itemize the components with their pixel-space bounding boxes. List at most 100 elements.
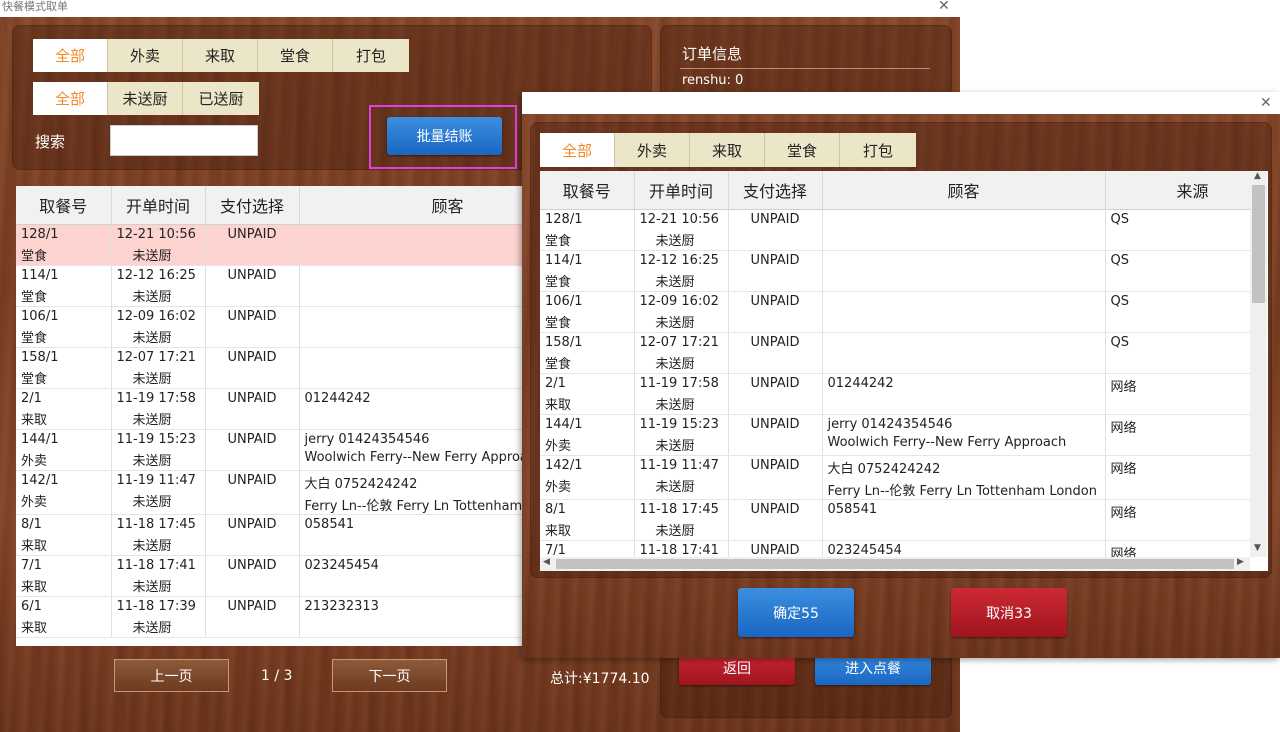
table-row[interactable]: 8/1 来取 11-18 17:45 未送厨 UNPAID 058541 bbox=[16, 514, 546, 556]
status-tab-not-sent[interactable]: 未送厨 bbox=[108, 82, 183, 115]
table-row[interactable]: 144/1 外卖 11-19 15:23 未送厨 UNPAID jerry 0142435… bbox=[16, 429, 546, 471]
table-row[interactable]: 158/1 堂食 12-07 17:21 未送厨 UNPAID bbox=[16, 347, 546, 389]
vertical-scroll-thumb[interactable] bbox=[1252, 185, 1265, 303]
search-input[interactable] bbox=[110, 125, 258, 156]
payment-cell: UNPAID bbox=[728, 540, 823, 557]
table-row[interactable]: 114/1 堂食 12-12 16:25 未送厨 UNPAID bbox=[16, 265, 546, 307]
total-amount: 总计:¥1774.10 bbox=[550, 671, 650, 687]
status-tab-all[interactable]: 全部 bbox=[33, 82, 108, 115]
dialog-col-pickup-number[interactable]: 取餐号 bbox=[540, 171, 635, 210]
customer-line-1: 大白 0752424242 bbox=[827, 462, 941, 477]
order-type: 堂食 bbox=[21, 290, 48, 305]
table-row[interactable]: 2/1 来取 11-19 17:58 未送厨 UNPAID 01244242 网络 bbox=[540, 373, 1250, 415]
pickup-number-cell: 7/1 来取 bbox=[16, 555, 112, 597]
tab-dine-in[interactable]: 堂食 bbox=[258, 39, 333, 72]
dialog-tab-dine-in[interactable]: 堂食 bbox=[765, 133, 840, 167]
scroll-up-icon[interactable]: ▲ bbox=[1254, 171, 1261, 181]
order-type: 外卖 bbox=[21, 454, 48, 469]
dialog-close-icon[interactable]: ✕ bbox=[1260, 95, 1272, 111]
customer-cell: jerry 01424354546 Woolwich Ferry--New Fer… bbox=[299, 429, 546, 471]
scroll-right-icon[interactable]: ▶ bbox=[1237, 557, 1244, 567]
scroll-down-icon[interactable]: ▼ bbox=[1254, 543, 1261, 553]
table-row[interactable]: 114/1 堂食 12-12 16:25 未送厨 UNPAID QS bbox=[540, 250, 1250, 292]
table-row[interactable]: 142/1 外卖 11-19 11:47 未送厨 UNPAID 大白 0752424242… bbox=[16, 470, 546, 515]
payment-cell: UNPAID bbox=[205, 470, 300, 515]
pickup-number-cell: 128/1 堂食 bbox=[16, 224, 112, 266]
order-type: 来取 bbox=[545, 398, 572, 413]
source-cell: 网络 bbox=[1105, 373, 1250, 415]
horizontal-scrollbar[interactable]: ◀ ▶ bbox=[540, 557, 1250, 571]
status-tab-sent[interactable]: 已送厨 bbox=[183, 82, 259, 115]
prev-page-button[interactable]: 上一页 bbox=[114, 659, 229, 692]
table-row[interactable]: 7/1来取11-18 17:41未送厨 UNPAID 023245454 网络 bbox=[540, 540, 1250, 557]
scroll-left-icon[interactable]: ◀ bbox=[543, 557, 550, 567]
kitchen-status: 未送厨 bbox=[655, 275, 695, 290]
batch-pay-button[interactable]: 批量结账 bbox=[387, 117, 502, 155]
cancel-button[interactable]: 取消33 bbox=[951, 588, 1067, 637]
order-type: 来取 bbox=[21, 580, 48, 595]
open-time-cell: 12-21 10:56 未送厨 bbox=[634, 209, 729, 251]
payment-status: UNPAID bbox=[750, 253, 800, 268]
table-row[interactable]: 128/1 堂食 12-21 10:56 未送厨 UNPAID bbox=[16, 224, 546, 266]
tab-takeaway[interactable]: 打包 bbox=[333, 39, 409, 72]
customer-line-1: 213232313 bbox=[304, 599, 379, 614]
dialog-tab-takeaway[interactable]: 打包 bbox=[840, 133, 916, 167]
tab-delivery[interactable]: 外卖 bbox=[108, 39, 183, 72]
customer-cell: 大白 0752424242 Ferry Ln--伦敦 Ferry Ln Totte… bbox=[822, 455, 1106, 500]
payment-cell: UNPAID bbox=[728, 332, 823, 374]
payment-cell: UNPAID bbox=[205, 347, 300, 389]
next-page-button[interactable]: 下一页 bbox=[332, 659, 447, 692]
payment-cell: UNPAID bbox=[205, 429, 300, 471]
payment-cell: UNPAID bbox=[728, 499, 823, 541]
dialog-col-payment[interactable]: 支付选择 bbox=[728, 171, 823, 210]
col-payment[interactable]: 支付选择 bbox=[205, 186, 300, 225]
status-filter-tabs: 全部 未送厨 已送厨 bbox=[33, 82, 259, 115]
col-pickup-number[interactable]: 取餐号 bbox=[16, 186, 112, 225]
dialog-table-header: 取餐号 开单时间 支付选择 顾客 来源 bbox=[540, 171, 1250, 210]
confirm-button[interactable]: 确定55 bbox=[738, 588, 854, 637]
dialog-col-open-time[interactable]: 开单时间 bbox=[634, 171, 729, 210]
dialog-tab-pickup[interactable]: 来取 bbox=[690, 133, 765, 167]
table-row[interactable]: 106/1 堂食 12-09 16:02 未送厨 UNPAID QS bbox=[540, 291, 1250, 333]
col-open-time[interactable]: 开单时间 bbox=[111, 186, 206, 225]
pickup-number: 2/1 bbox=[545, 376, 566, 391]
open-time-cell: 12-12 16:25 未送厨 bbox=[111, 265, 206, 307]
col-customer[interactable]: 顾客 bbox=[299, 186, 546, 225]
pickup-number-cell: 2/1 来取 bbox=[16, 388, 112, 430]
table-row[interactable]: 128/1 堂食 12-21 10:56 未送厨 UNPAID QS bbox=[540, 209, 1250, 251]
payment-status: UNPAID bbox=[750, 543, 800, 557]
table-row[interactable]: 2/1 来取 11-19 17:58 未送厨 UNPAID 01244242 bbox=[16, 388, 546, 430]
tab-pickup[interactable]: 来取 bbox=[183, 39, 258, 72]
vertical-scrollbar[interactable]: ▲ ▼ bbox=[1250, 171, 1267, 557]
order-info-divider bbox=[680, 68, 930, 69]
pickup-number: 142/1 bbox=[545, 458, 583, 473]
table-row[interactable]: 142/1 外卖 11-19 11:47 未送厨 UNPAID 大白 0752424242… bbox=[540, 455, 1250, 500]
table-row[interactable]: 8/1 来取 11-18 17:45 未送厨 UNPAID 058541 网络 bbox=[540, 499, 1250, 541]
pickup-number: 106/1 bbox=[21, 309, 59, 324]
open-time-cell: 11-18 17:41未送厨 bbox=[634, 540, 729, 557]
dialog-tab-all[interactable]: 全部 bbox=[540, 133, 615, 167]
order-table: 取餐号 开单时间 支付选择 顾客 128/1 堂食 12-21 10:56 未送厨 UN… bbox=[16, 186, 546, 638]
customer-cell: 01244242 bbox=[299, 388, 546, 430]
table-row[interactable]: 6/1 来取 11-18 17:39 未送厨 UNPAID 213232313 bbox=[16, 596, 546, 638]
table-row[interactable]: 144/1 外卖 11-19 15:23 未送厨 UNPAID jerry 0142435… bbox=[540, 414, 1250, 456]
close-icon[interactable]: ✕ bbox=[938, 0, 950, 13]
kitchen-status: 未送厨 bbox=[655, 439, 695, 454]
horizontal-scroll-thumb[interactable] bbox=[556, 559, 1234, 569]
table-row[interactable]: 7/1 来取 11-18 17:41 未送厨 UNPAID 023245454 bbox=[16, 555, 546, 597]
kitchen-status: 未送厨 bbox=[132, 413, 172, 428]
dialog-col-source[interactable]: 来源 bbox=[1105, 171, 1250, 210]
table-row[interactable]: 158/1 堂食 12-07 17:21 未送厨 UNPAID QS bbox=[540, 332, 1250, 374]
open-time-cell: 11-19 17:58 未送厨 bbox=[634, 373, 729, 415]
order-type: 来取 bbox=[21, 621, 48, 636]
pickup-number: 6/1 bbox=[21, 599, 42, 614]
order-type: 外卖 bbox=[545, 480, 572, 495]
dialog-col-customer[interactable]: 顾客 bbox=[822, 171, 1106, 210]
kitchen-status: 未送厨 bbox=[132, 249, 172, 264]
dialog-tab-delivery[interactable]: 外卖 bbox=[615, 133, 690, 167]
table-row[interactable]: 106/1 堂食 12-09 16:02 未送厨 UNPAID bbox=[16, 306, 546, 348]
tab-all[interactable]: 全部 bbox=[33, 39, 108, 72]
payment-status: UNPAID bbox=[750, 376, 800, 391]
open-time-cell: 11-19 15:23 未送厨 bbox=[111, 429, 206, 471]
open-time: 11-19 11:47 bbox=[116, 473, 196, 488]
